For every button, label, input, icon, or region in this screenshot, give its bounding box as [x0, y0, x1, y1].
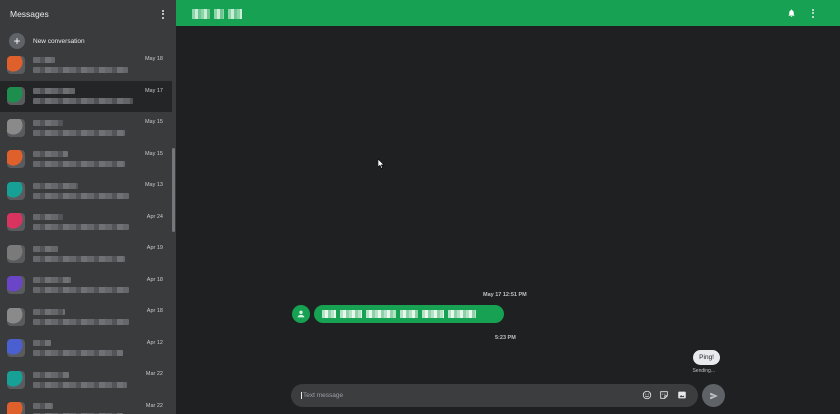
conversation-item[interactable]: May 18	[0, 49, 172, 81]
person-icon	[297, 310, 305, 318]
conversation-item[interactable]: Apr 18	[0, 301, 172, 333]
incoming-bubble-redacted	[314, 305, 504, 323]
conversation-avatar	[7, 55, 25, 74]
conversation-item[interactable]: Apr 18	[0, 270, 172, 302]
thread-header	[176, 0, 840, 26]
conversation-date: Mar 22	[145, 402, 163, 409]
conversation-item[interactable]: May 13	[0, 175, 172, 207]
conversation-avatar	[7, 307, 25, 326]
send-icon	[709, 392, 718, 399]
image-icon[interactable]	[677, 390, 687, 400]
conversation-preview-redacted	[33, 214, 129, 231]
conversation-item[interactable]: May 15	[0, 144, 172, 176]
new-conversation-label: New conversation	[33, 37, 85, 45]
conversation-preview-redacted	[33, 151, 125, 168]
conversation-date: Apr 18	[146, 308, 163, 314]
sidebar-scrollbar[interactable]	[172, 148, 175, 232]
conversation-sidebar: Messages + New conversation May 18 May 17…	[0, 0, 176, 414]
bell-icon[interactable]	[787, 8, 796, 18]
app-title: Messages	[10, 9, 49, 19]
sidebar-header: Messages	[0, 0, 176, 28]
conversation-item[interactable]: Mar 22	[0, 396, 172, 414]
conversation-preview-redacted	[33, 88, 133, 105]
conversation-avatar	[7, 276, 25, 295]
plus-icon: +	[9, 33, 25, 49]
conversation-avatar	[7, 118, 25, 137]
conversation-avatar	[7, 370, 25, 389]
message-timestamp: May 17 12:51 PM	[483, 292, 527, 298]
conversation-avatar	[7, 244, 25, 263]
conversation-avatar	[7, 150, 25, 169]
more-vert-icon[interactable]	[808, 7, 818, 19]
conversation-preview-redacted	[33, 277, 129, 294]
conversation-avatar	[7, 181, 25, 200]
composer	[291, 384, 698, 407]
conversation-date: May 17	[144, 87, 163, 94]
conversation-item[interactable]: Apr 19	[0, 238, 172, 270]
conversation-item[interactable]: May 15	[0, 112, 172, 144]
conversation-preview-redacted	[33, 119, 125, 136]
conversation-item[interactable]: Apr 24	[0, 207, 172, 239]
conversation-preview-redacted	[33, 308, 129, 325]
contact-name-redacted	[192, 9, 242, 19]
send-button[interactable]	[702, 384, 725, 407]
conversation-item[interactable]: Apr 12	[0, 333, 172, 365]
conversation-preview-redacted	[33, 56, 128, 73]
conversation-avatar	[7, 87, 25, 106]
conversation-preview-redacted	[33, 182, 129, 199]
conversation-preview-redacted	[33, 340, 123, 357]
message-timestamp: 5:23 PM	[495, 335, 516, 341]
conversation-avatar	[7, 213, 25, 232]
conversation-date: Apr 12	[146, 339, 163, 346]
conversation-avatar	[7, 402, 25, 414]
conversation-preview-redacted	[33, 371, 127, 388]
conversation-date: May 13	[144, 182, 163, 188]
conversation-avatar	[7, 339, 25, 358]
contact-avatar	[292, 305, 310, 323]
message-input[interactable]	[301, 392, 601, 399]
conversation-list: May 18 May 17 May 15 May 15 May 13 Apr 24 Apr …	[0, 49, 172, 414]
more-vert-icon[interactable]	[158, 8, 168, 20]
conversation-date: May 15	[144, 119, 163, 125]
conversation-date: Apr 19	[146, 245, 163, 251]
send-status: Sending...	[692, 368, 715, 374]
outgoing-bubble: Ping!	[693, 350, 720, 365]
conversation-date: Apr 18	[146, 276, 163, 283]
sticker-icon[interactable]	[659, 390, 669, 400]
conversation-date: Apr 24	[146, 213, 163, 220]
conversation-date: May 18	[144, 56, 163, 62]
conversation-preview-redacted	[33, 245, 125, 262]
conversation-date: Mar 22	[145, 371, 163, 377]
mouse-cursor-icon	[378, 159, 385, 169]
conversation-item[interactable]: Mar 22	[0, 364, 172, 396]
conversation-date: May 15	[144, 150, 163, 157]
conversation-preview-redacted	[33, 403, 123, 414]
conversation-item[interactable]: May 17	[0, 80, 172, 112]
incoming-message	[292, 305, 504, 323]
emoji-icon[interactable]	[642, 390, 652, 400]
